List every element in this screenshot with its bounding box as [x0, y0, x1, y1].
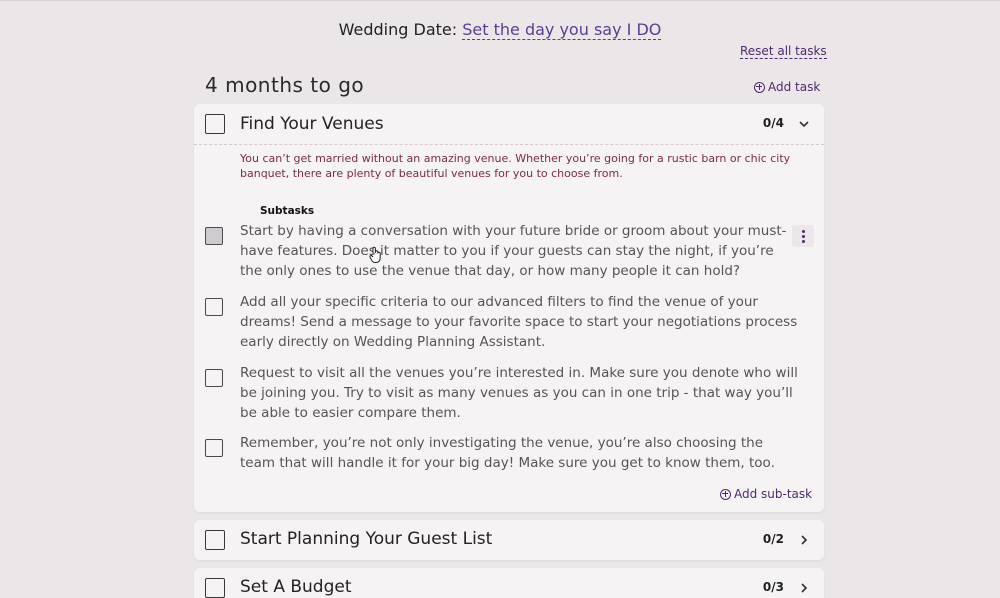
- plus-circle-icon: [754, 81, 765, 93]
- subtask-text: Remember, you’re not only investigating …: [240, 435, 775, 471]
- task-checkbox[interactable]: [205, 114, 225, 134]
- task-card-budget[interactable]: Set A Budget 0/3: [194, 568, 824, 598]
- subtask-text: Add all your specific criteria to our ad…: [240, 294, 798, 350]
- reset-all-tasks-link[interactable]: Reset all tasks: [740, 44, 827, 59]
- task-title: Set A Budget: [240, 577, 352, 597]
- add-task-label: Add task: [768, 80, 821, 94]
- wedding-date-label: Wedding Date:: [338, 20, 458, 39]
- task-header[interactable]: Find Your Venues 0/4: [194, 104, 824, 144]
- task-progress-count: 0/3: [762, 580, 784, 594]
- chevron-right-icon[interactable]: [798, 582, 810, 594]
- task-card-guest-list[interactable]: Start Planning Your Guest List 0/2: [194, 520, 824, 560]
- subtask-checkbox[interactable]: [205, 369, 223, 387]
- task-checkbox[interactable]: [205, 578, 225, 598]
- subtask-checkbox[interactable]: [205, 298, 223, 316]
- add-task-button[interactable]: Add task: [754, 80, 820, 94]
- hand-cursor-icon: [369, 246, 381, 263]
- chevron-right-icon[interactable]: [798, 534, 810, 546]
- subtasks-heading: Subtasks: [260, 205, 315, 217]
- chevron-down-icon[interactable]: [798, 118, 810, 130]
- task-card-find-venues: Find Your Venues 0/4 You can’t get marri…: [194, 104, 824, 512]
- task-progress-count: 0/4: [762, 116, 784, 130]
- add-subtask-button[interactable]: Add sub-task: [720, 487, 812, 501]
- wedding-date-row: Wedding Date: Set the day you say I DO: [0, 20, 1000, 40]
- task-checkbox[interactable]: [205, 530, 225, 550]
- task-divider: [194, 144, 824, 145]
- top-border: [0, 0, 1000, 1]
- subtask-text: Request to visit all the venues you’re i…: [240, 365, 798, 421]
- plus-circle-icon: [720, 488, 731, 500]
- subtask-checkbox[interactable]: [205, 227, 223, 245]
- subtask-checkbox[interactable]: [205, 439, 223, 457]
- kebab-menu-icon[interactable]: [792, 225, 814, 247]
- task-title: Start Planning Your Guest List: [240, 529, 493, 549]
- task-title: Find Your Venues: [240, 114, 384, 134]
- subtask-text: Start by having a conversation with your…: [240, 223, 787, 279]
- period-title: 4 months to go: [205, 73, 365, 97]
- set-wedding-date-link[interactable]: Set the day you say I DO: [462, 20, 662, 40]
- task-description: You can’t get married without an amazing…: [240, 152, 791, 180]
- add-subtask-label: Add sub-task: [734, 487, 813, 501]
- task-progress-count: 0/2: [762, 532, 784, 546]
